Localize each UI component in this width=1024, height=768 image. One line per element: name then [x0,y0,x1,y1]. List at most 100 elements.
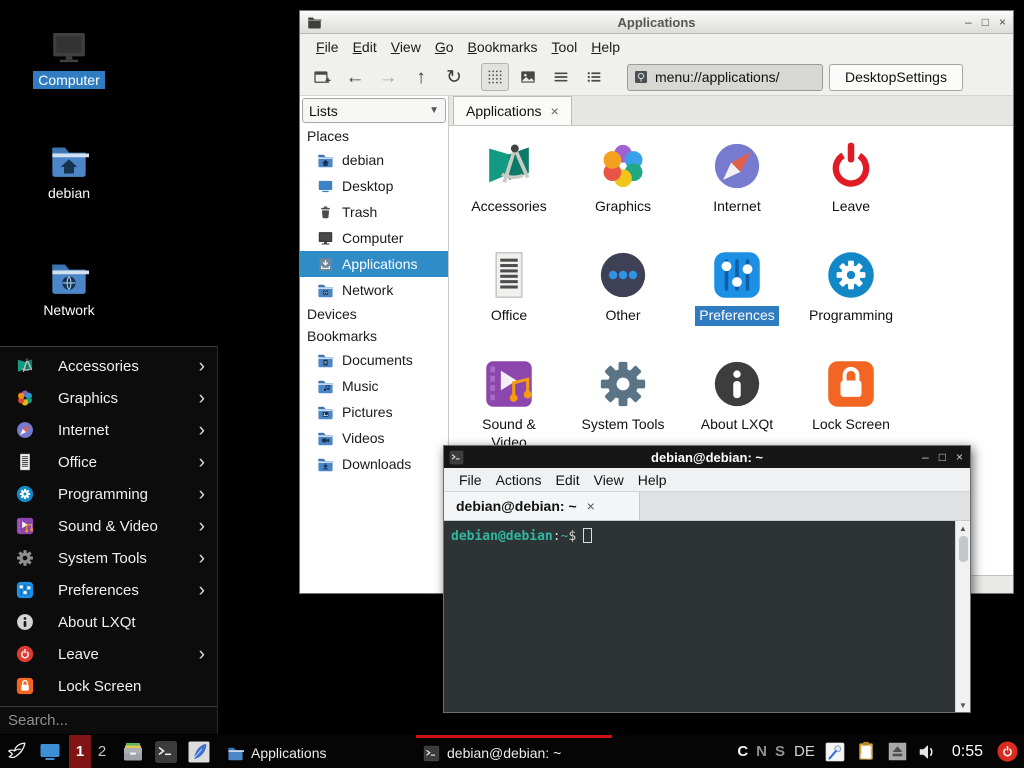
start-menu-button[interactable] [3,738,30,765]
menu-item-graphics[interactable]: Graphics › [0,382,217,414]
path-bar[interactable]: menu://applications/ [627,64,823,91]
programming-icon [823,247,879,303]
app-other[interactable]: Other [566,247,680,356]
detailed-view-button[interactable] [580,63,608,91]
up-button[interactable]: ↑ [407,63,435,91]
menu-item-lock-screen[interactable]: Lock Screen [0,670,217,702]
desktop-icon-computer[interactable]: Computer [21,28,117,90]
menu-item-programming[interactable]: Programming › [0,478,217,510]
task-button-applications[interactable]: Applications [220,735,416,768]
featherpad-launcher[interactable] [185,738,212,765]
terminal-titlebar[interactable]: debian@debian: ~ – □ × [444,446,970,468]
menu-item-system-tools[interactable]: System Tools › [0,542,217,574]
app-programming[interactable]: Programming [794,247,908,356]
menu-item-accessories[interactable]: Accessories › [0,350,217,382]
screenshot-tray-icon[interactable] [824,741,846,763]
system-tray: C N S DE 0:55 [737,740,1024,763]
tab-close-icon[interactable]: × [587,498,595,514]
task-button-terminal[interactable]: debian@debian: ~ [416,735,612,768]
fm-window-title: Applications [300,15,1013,30]
show-desktop-button[interactable] [36,738,63,765]
app-leave[interactable]: Leave [794,138,908,247]
app-accessories[interactable]: Accessories [452,138,566,247]
submenu-arrow-icon: › [199,517,209,536]
fm-menu-view[interactable]: View [384,36,428,58]
sidebar-item-pictures[interactable]: Pictures [300,399,448,425]
workspace-2-button[interactable]: 2 [91,735,113,768]
computer-icon [317,230,334,247]
menu-item-leave[interactable]: Leave › [0,638,217,670]
thumbnail-view-button[interactable] [514,63,542,91]
menu-search[interactable] [0,706,217,734]
desktop-icon-debian[interactable]: debian [21,141,117,203]
desktop-icon-network[interactable]: Network [21,258,117,320]
term-menu-help[interactable]: Help [631,469,674,491]
desktop-settings-button[interactable]: DesktopSettings [829,64,963,91]
workspace-1-button[interactable]: 1 [69,735,91,768]
keyboard-indicator[interactable]: C N S [737,743,785,760]
fm-titlebar[interactable]: Applications – □ × [300,11,1013,34]
sidebar-item-music[interactable]: Music [300,373,448,399]
compact-view-button[interactable] [547,63,575,91]
fm-menu-edit[interactable]: Edit [346,36,384,58]
reload-button[interactable]: ↻ [440,63,468,91]
show-desktop-icon [38,740,62,764]
clipboard-tray-icon[interactable] [855,740,878,763]
terminal-screen[interactable]: debian@debian:~$ [444,521,955,712]
scroll-up-icon[interactable]: ▲ [959,521,967,535]
pictures-folder-icon [317,404,334,421]
icon-view-button[interactable] [481,63,509,91]
menu-item-preferences[interactable]: Preferences › [0,574,217,606]
term-menu-view[interactable]: View [587,469,631,491]
sidebar-item-documents[interactable]: Documents [300,347,448,373]
keyboard-layout[interactable]: DE [794,743,815,760]
chevron-down-icon: ▼ [429,105,439,116]
term-menu-edit[interactable]: Edit [548,469,586,491]
fm-menu-bookmarks[interactable]: Bookmarks [461,36,545,58]
removable-media-icon[interactable] [887,741,908,762]
sidebar-item-downloads[interactable]: Downloads [300,451,448,477]
forward-button[interactable]: → [374,63,402,91]
sidebar-item-debian[interactable]: debian [300,147,448,173]
menu-item-about-lxqt[interactable]: About LXQt [0,606,217,638]
app-office[interactable]: Office [452,247,566,356]
fm-menu-help[interactable]: Help [584,36,627,58]
fm-menu-tool[interactable]: Tool [545,36,585,58]
tab-close-icon[interactable]: × [551,103,559,119]
sidebar-item-desktop[interactable]: Desktop [300,173,448,199]
scroll-down-icon[interactable]: ▼ [959,698,967,712]
volume-icon[interactable] [917,741,939,763]
menu-item-internet[interactable]: Internet › [0,414,217,446]
documents-folder-icon [317,352,334,369]
sidebar-item-trash[interactable]: Trash [300,199,448,225]
app-internet[interactable]: Internet [680,138,794,247]
downloads-folder-icon [317,456,334,473]
sidebar-item-applications[interactable]: Applications [300,251,448,277]
term-menu-actions[interactable]: Actions [489,469,549,491]
network-folder-icon [49,258,89,298]
sidebar-item-network[interactable]: Network [300,277,448,303]
search-input[interactable] [0,712,217,729]
app-graphics[interactable]: Graphics [566,138,680,247]
tab-applications[interactable]: Applications × [453,96,572,125]
terminal-scrollbar[interactable]: ▲ ▼ [955,521,970,712]
sidebar-item-computer[interactable]: Computer [300,225,448,251]
term-menu-file[interactable]: File [452,469,489,491]
scrollbar-thumb[interactable] [959,536,968,562]
app-preferences[interactable]: Preferences [680,247,794,356]
clock[interactable]: 0:55 [952,743,983,761]
sidebar-item-videos[interactable]: Videos [300,425,448,451]
file-manager-launcher[interactable] [119,738,146,765]
fm-menu-file[interactable]: File [309,36,346,58]
new-tab-button[interactable] [308,63,336,91]
terminal-tab[interactable]: debian@debian: ~ × [444,492,640,520]
menu-item-sound-video[interactable]: Sound & Video › [0,510,217,542]
fm-menu-go[interactable]: Go [428,36,461,58]
back-button[interactable]: ← [341,63,369,91]
feather-icon [187,740,211,764]
sidebar-mode-select[interactable]: Lists ▼ [302,98,446,123]
trash-icon [317,204,334,221]
terminal-launcher[interactable] [152,738,179,765]
power-button-icon[interactable] [996,740,1019,763]
menu-item-office[interactable]: Office › [0,446,217,478]
